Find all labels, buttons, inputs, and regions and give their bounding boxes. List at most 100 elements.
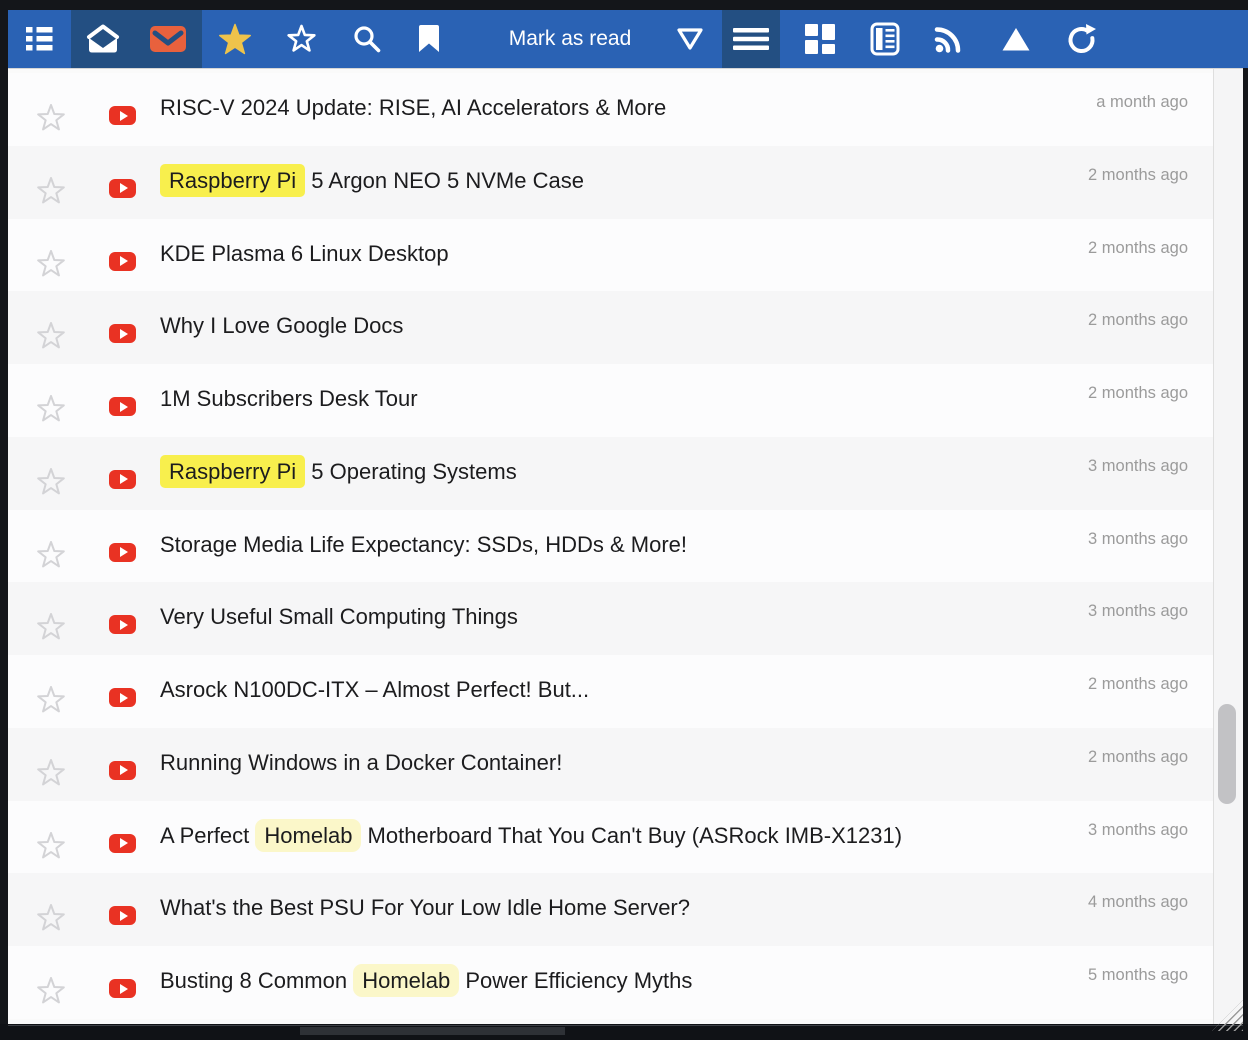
star-toggle-icon[interactable] xyxy=(36,685,66,715)
article-age: 3 months ago xyxy=(1088,821,1188,839)
youtube-icon xyxy=(109,179,136,198)
refresh-button[interactable] xyxy=(1060,17,1104,61)
article-title: Raspberry Pi 5 Operating Systems xyxy=(160,457,517,487)
article-title: Asrock N100DC-ITX – Almost Perfect! But.… xyxy=(160,675,589,705)
article-row[interactable]: 1M Subscribers Desk Tour 2 months ago xyxy=(8,364,1213,437)
article-row[interactable]: KDE Plasma 6 Linux Desktop 2 months ago xyxy=(8,219,1213,292)
article-view-icon xyxy=(870,22,900,56)
star-toggle-icon[interactable] xyxy=(36,903,66,933)
article-row[interactable]: RISC-V 2024 Update: RISE, AI Accelerator… xyxy=(8,73,1213,146)
unread-list-icon xyxy=(26,27,53,51)
star-toggle-icon[interactable] xyxy=(36,540,66,570)
unread-list-button[interactable] xyxy=(17,17,61,61)
youtube-icon xyxy=(109,543,136,562)
star-toggle-icon[interactable] xyxy=(36,103,66,133)
star-toggle-icon[interactable] xyxy=(36,176,66,206)
youtube-icon xyxy=(109,324,136,343)
star-article-button[interactable] xyxy=(279,17,323,61)
star-toggle-icon[interactable] xyxy=(36,249,66,279)
play-glyph xyxy=(120,402,128,412)
star-toggle-icon[interactable] xyxy=(36,976,66,1006)
star-outline-icon xyxy=(286,24,317,54)
scroll-up-icon xyxy=(1001,26,1031,52)
open-envelope-icon xyxy=(86,24,120,54)
play-glyph xyxy=(120,838,128,848)
article-title: RISC-V 2024 Update: RISE, AI Accelerator… xyxy=(160,93,666,123)
menu-icon xyxy=(733,28,769,50)
search-icon xyxy=(352,24,382,54)
youtube-icon xyxy=(109,979,136,998)
play-glyph xyxy=(120,256,128,266)
article-view-button[interactable] xyxy=(863,17,907,61)
article-row[interactable]: What's the Best PSU For Your Low Idle Ho… xyxy=(8,873,1213,946)
star-toggle-icon[interactable] xyxy=(36,321,66,351)
article-title: A Perfect Homelab Motherboard That You C… xyxy=(160,821,902,851)
play-glyph xyxy=(120,693,128,703)
play-glyph xyxy=(120,765,128,775)
article-list-pane: RISC-V 2024 Update: RISE, AI Accelerator… xyxy=(8,68,1243,1024)
star-toggle-icon[interactable] xyxy=(36,467,66,497)
article-title: Very Useful Small Computing Things xyxy=(160,602,518,632)
article-row[interactable]: Why I Love Google Docs 2 months ago xyxy=(8,291,1213,364)
article-age: 5 months ago xyxy=(1088,966,1188,984)
youtube-icon xyxy=(109,761,136,780)
mark-as-read-label: Mark as read xyxy=(509,27,632,51)
article-title: Running Windows in a Docker Container! xyxy=(160,748,562,778)
youtube-icon xyxy=(109,688,136,707)
article-title: Raspberry Pi 5 Argon NEO 5 NVMe Case xyxy=(160,166,584,196)
starred-articles-button[interactable] xyxy=(213,17,257,61)
article-age: 4 months ago xyxy=(1088,893,1188,911)
star-filled-icon xyxy=(217,22,253,57)
article-list: RISC-V 2024 Update: RISE, AI Accelerator… xyxy=(8,69,1213,1024)
star-toggle-icon[interactable] xyxy=(36,831,66,861)
scroll-up-button[interactable] xyxy=(994,17,1038,61)
obscured-content-block xyxy=(300,1027,565,1035)
scrollbar-thumb[interactable] xyxy=(1218,704,1236,804)
article-age: 2 months ago xyxy=(1088,166,1188,184)
search-button[interactable] xyxy=(345,17,389,61)
article-age: 2 months ago xyxy=(1088,384,1188,402)
star-toggle-icon[interactable] xyxy=(36,394,66,424)
filter-dropdown-icon xyxy=(676,27,704,51)
article-row[interactable]: Asrock N100DC-ITX – Almost Perfect! But.… xyxy=(8,655,1213,728)
mark-all-read-button[interactable] xyxy=(81,17,125,61)
article-row[interactable]: Storage Media Life Expectancy: SSDs, HDD… xyxy=(8,510,1213,583)
youtube-icon xyxy=(109,834,136,853)
play-glyph xyxy=(120,111,128,121)
youtube-icon xyxy=(109,615,136,634)
article-title: KDE Plasma 6 Linux Desktop xyxy=(160,239,449,269)
layout-tiles-button[interactable] xyxy=(798,17,842,61)
article-row[interactable]: Running Windows in a Docker Container! 2… xyxy=(8,728,1213,801)
rss-icon xyxy=(934,24,964,54)
star-toggle-icon[interactable] xyxy=(36,758,66,788)
menu-button[interactable] xyxy=(729,17,773,61)
article-title: Busting 8 Common Homelab Power Efficienc… xyxy=(160,966,692,996)
filter-dropdown-button[interactable] xyxy=(668,17,712,61)
play-glyph xyxy=(120,984,128,994)
article-age: 3 months ago xyxy=(1088,530,1188,548)
star-toggle-icon[interactable] xyxy=(36,612,66,642)
article-age: 2 months ago xyxy=(1088,311,1188,329)
subscribe-rss-button[interactable] xyxy=(927,17,971,61)
youtube-icon xyxy=(109,906,136,925)
bottom-hairline xyxy=(8,1025,1243,1026)
mark-as-read-button[interactable]: Mark as read xyxy=(470,17,670,61)
article-row[interactable]: A Perfect Homelab Motherboard That You C… xyxy=(8,801,1213,874)
article-age: 3 months ago xyxy=(1088,457,1188,475)
article-row[interactable]: Raspberry Pi 5 Argon NEO 5 NVMe Case 2 m… xyxy=(8,146,1213,219)
article-title: Why I Love Google Docs xyxy=(160,311,403,341)
refresh-icon xyxy=(1067,23,1098,55)
bookmark-button[interactable] xyxy=(407,17,451,61)
youtube-icon xyxy=(109,252,136,271)
play-glyph xyxy=(120,329,128,339)
article-title: Storage Media Life Expectancy: SSDs, HDD… xyxy=(160,530,687,560)
article-row[interactable]: Busting 8 Common Homelab Power Efficienc… xyxy=(8,946,1213,1019)
youtube-icon xyxy=(109,397,136,416)
mark-unread-button[interactable] xyxy=(146,17,190,61)
play-glyph xyxy=(120,911,128,921)
article-row[interactable]: Raspberry Pi 5 Operating Systems 3 month… xyxy=(8,437,1213,510)
article-title: What's the Best PSU For Your Low Idle Ho… xyxy=(160,893,690,923)
article-row[interactable]: Very Useful Small Computing Things 3 mon… xyxy=(8,582,1213,655)
play-glyph xyxy=(120,183,128,193)
scrollbar-track[interactable] xyxy=(1214,69,1243,1024)
